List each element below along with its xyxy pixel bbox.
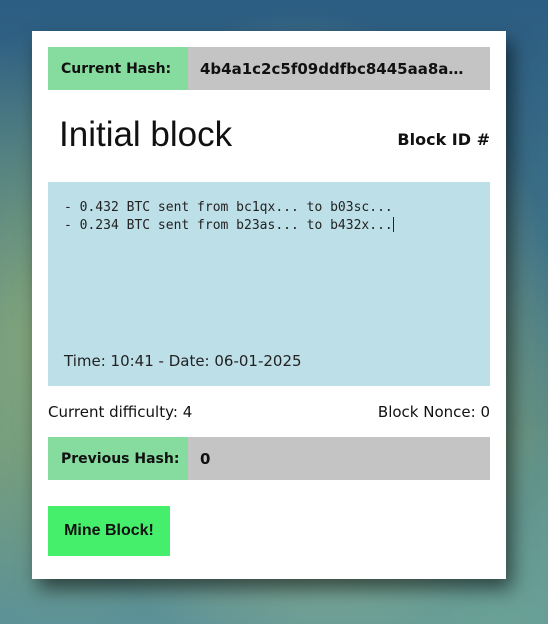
block-id-label: Block ID #	[397, 130, 490, 149]
block-data-textarea[interactable]: - 0.432 BTC sent from bc1qx... to b03sc.…	[48, 182, 490, 386]
previous-hash-value: 0	[188, 437, 490, 480]
transactions-text: - 0.432 BTC sent from bc1qx... to b03sc.…	[64, 199, 394, 235]
current-hash-value: 4b4a1c2c5f09ddfbc8445aa8a41df3...	[188, 47, 490, 90]
previous-hash-text: 0	[200, 449, 211, 468]
block-card: Current Hash: 4b4a1c2c5f09ddfbc8445aa8a4…	[32, 31, 506, 579]
block-nonce: Block Nonce: 0	[377, 403, 490, 421]
block-timestamp: Time: 10:41 - Date: 06-01-2025	[64, 352, 302, 370]
block-title: Initial block	[59, 115, 233, 154]
text-cursor	[392, 217, 394, 232]
previous-hash-label: Previous Hash:	[48, 437, 188, 480]
current-hash-text: 4b4a1c2c5f09ddfbc8445aa8a41df3...	[200, 59, 472, 78]
mine-block-button[interactable]: Mine Block!	[48, 506, 170, 556]
current-difficulty: Current difficulty: 4	[48, 403, 193, 421]
current-hash-row: Current Hash: 4b4a1c2c5f09ddfbc8445aa8a4…	[48, 47, 490, 90]
current-hash-label: Current Hash:	[48, 47, 188, 90]
previous-hash-row: Previous Hash: 0	[48, 437, 490, 480]
transactions-content: - 0.432 BTC sent from bc1qx... to b03sc.…	[64, 200, 393, 233]
